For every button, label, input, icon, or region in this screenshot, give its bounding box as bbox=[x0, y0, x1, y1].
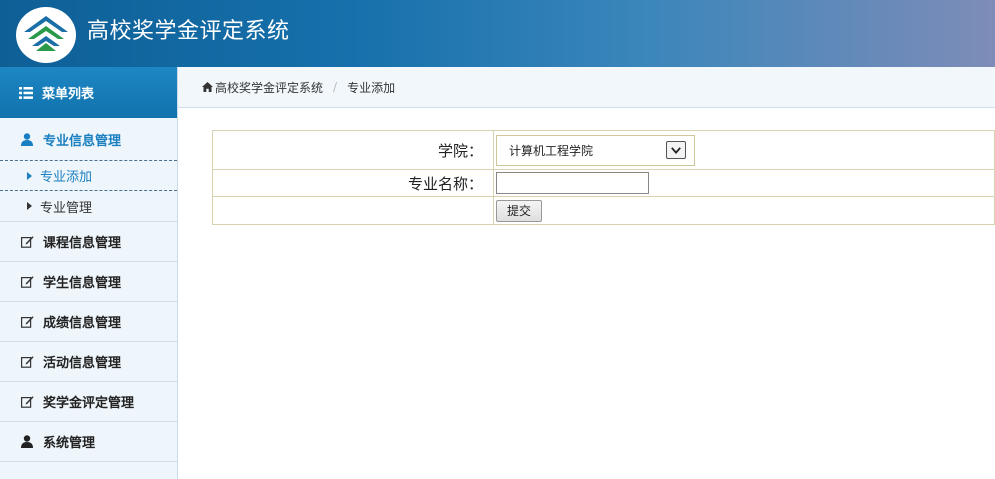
breadcrumb-separator: / bbox=[333, 80, 338, 94]
sidebar-group-label: 专业信息管理 bbox=[43, 133, 122, 149]
caret-right-icon bbox=[27, 202, 32, 210]
sidebar-group-major[interactable]: 专业信息管理 bbox=[0, 118, 177, 161]
sidebar-item-major-add[interactable]: 专业添加 bbox=[0, 161, 177, 191]
major-name-input[interactable] bbox=[496, 172, 649, 194]
home-icon bbox=[202, 82, 213, 92]
college-select[interactable]: 计算机工程学院 bbox=[496, 134, 695, 166]
sidebar-group-student[interactable]: 学生信息管理 bbox=[0, 262, 177, 302]
sidebar-item-label: 专业添加 bbox=[40, 170, 93, 185]
breadcrumb-current: 专业添加 bbox=[347, 80, 396, 95]
sidebar-header-label: 菜单列表 bbox=[42, 87, 95, 102]
chevron-down-icon[interactable] bbox=[666, 141, 686, 159]
list-icon bbox=[19, 86, 33, 99]
sidebar-item-major-manage[interactable]: 专业管理 bbox=[0, 191, 177, 221]
edit-icon bbox=[19, 315, 35, 328]
logo-icon bbox=[16, 7, 76, 63]
sidebar-group-system[interactable]: 系统管理 bbox=[0, 422, 177, 462]
sidebar-group-label: 奖学金评定管理 bbox=[43, 396, 135, 411]
sidebar-item-label: 专业管理 bbox=[40, 200, 93, 216]
sidebar-group-label: 成绩信息管理 bbox=[43, 316, 122, 331]
sidebar-group-activity[interactable]: 活动信息管理 bbox=[0, 342, 177, 382]
breadcrumb: 高校奖学金评定系统 / 专业添加 bbox=[178, 67, 995, 108]
sidebar-group-grades[interactable]: 成绩信息管理 bbox=[0, 302, 177, 342]
sidebar-group-label: 系统管理 bbox=[43, 436, 96, 451]
sidebar-group-label: 课程信息管理 bbox=[43, 236, 122, 251]
app-title: 高校奖学金评定系统 bbox=[87, 19, 290, 44]
sidebar-group-scholarship[interactable]: 奖学金评定管理 bbox=[0, 382, 177, 422]
sidebar-header: 菜单列表 bbox=[0, 67, 177, 118]
caret-right-icon bbox=[27, 171, 32, 180]
breadcrumb-home-link[interactable]: 高校奖学金评定系统 bbox=[215, 79, 323, 96]
edit-icon bbox=[19, 355, 35, 368]
sidebar-submenu: 专业添加 专业管理 bbox=[0, 161, 177, 222]
empty-label-cell bbox=[212, 196, 494, 225]
sidebar-group-label: 活动信息管理 bbox=[43, 356, 122, 371]
sidebar-group-course[interactable]: 课程信息管理 bbox=[0, 222, 177, 262]
college-label: 学院： bbox=[212, 130, 494, 170]
edit-icon bbox=[19, 235, 35, 248]
edit-icon bbox=[19, 395, 35, 408]
edit-icon bbox=[19, 275, 35, 288]
sidebar-group-label: 学生信息管理 bbox=[43, 276, 122, 291]
app-header: 高校奖学金评定系统 bbox=[0, 0, 995, 67]
user-icon bbox=[19, 435, 35, 448]
major-add-form: 学院： 计算机工程学院 专业名称： 提交 bbox=[212, 130, 995, 225]
college-select-value: 计算机工程学院 bbox=[509, 143, 594, 158]
user-icon bbox=[19, 132, 35, 146]
submit-button[interactable]: 提交 bbox=[496, 199, 543, 222]
sidebar: 菜单列表 专业信息管理 专业添加 专业管理 课程信息管理 学生信息管理 成绩信息… bbox=[0, 67, 178, 479]
major-name-label: 专业名称： bbox=[212, 169, 494, 197]
